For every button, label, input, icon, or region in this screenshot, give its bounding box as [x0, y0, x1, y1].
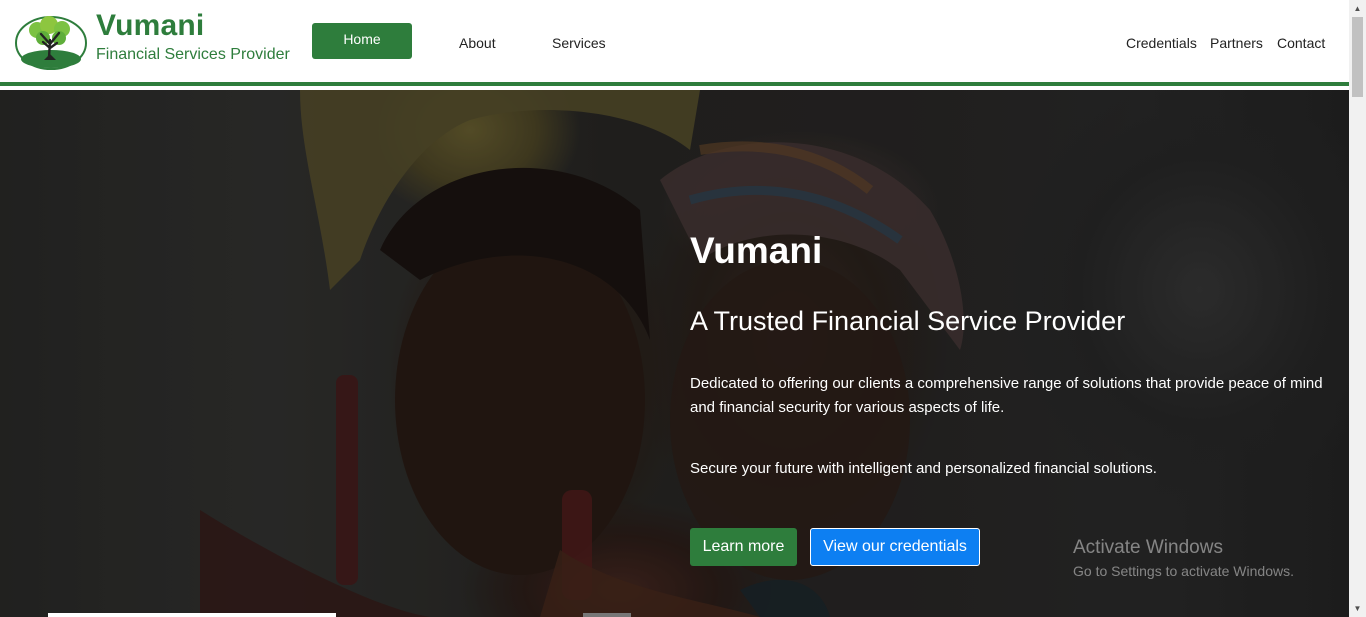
brand-title[interactable]: Vumani	[96, 9, 204, 43]
vertical-scrollbar[interactable]: ▲ ▼	[1349, 0, 1366, 617]
scroll-up-arrow-icon[interactable]: ▲	[1349, 0, 1366, 17]
view-credentials-button[interactable]: View our credentials	[810, 528, 980, 566]
learn-more-button[interactable]: Learn more	[690, 528, 797, 566]
nav-contact-link[interactable]: Contact	[1277, 35, 1325, 51]
nav-home-button[interactable]: Home	[312, 23, 412, 59]
tree-logo-icon[interactable]	[15, 14, 87, 70]
nav-services-link[interactable]: Services	[552, 35, 606, 51]
nav-partners-link[interactable]: Partners	[1210, 35, 1263, 51]
carousel-indicator[interactable]	[48, 613, 336, 617]
site-header: Vumani Financial Services Provider Home …	[0, 0, 1349, 86]
nav-credentials-link[interactable]: Credentials	[1126, 35, 1197, 51]
scrollbar-thumb[interactable]	[1352, 17, 1363, 97]
hero-title: Vumani	[690, 230, 823, 271]
hero-subtitle: A Trusted Financial Service Provider	[690, 306, 1126, 336]
nav-about-link[interactable]: About	[459, 35, 496, 51]
activate-windows-watermark: Activate Windows	[1073, 537, 1223, 558]
scroll-down-arrow-icon[interactable]: ▼	[1349, 600, 1366, 617]
hero-description: Dedicated to offering our clients a comp…	[690, 375, 1323, 416]
hero-tagline: Secure your future with intelligent and …	[690, 460, 1157, 477]
page: Vumani Financial Services Provider Home …	[0, 0, 1349, 617]
activate-windows-subtext: Go to Settings to activate Windows.	[1073, 563, 1294, 579]
hero-section: Vumani A Trusted Financial Service Provi…	[0, 90, 1349, 617]
carousel-indicator-secondary[interactable]	[583, 613, 631, 617]
brand-subtitle: Financial Services Provider	[96, 46, 290, 63]
